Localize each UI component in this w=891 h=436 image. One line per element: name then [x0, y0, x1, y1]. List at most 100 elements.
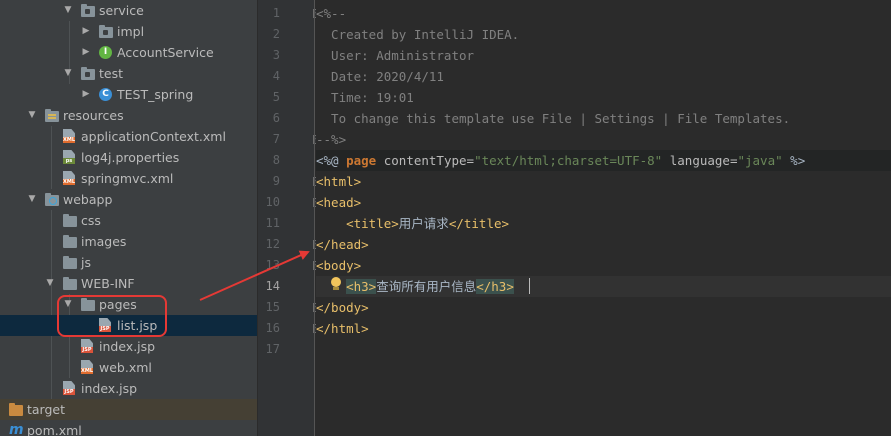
- interface-icon: I: [99, 46, 112, 59]
- tree-item-label: TEST_spring: [117, 87, 194, 102]
- folder-icon: [63, 214, 77, 227]
- tree-item-label: impl: [117, 24, 145, 39]
- code-line-16[interactable]: </html>: [316, 318, 891, 339]
- tree-item-label: images: [81, 234, 127, 249]
- code-line-9[interactable]: <html>: [316, 171, 891, 192]
- tree-item-account-service[interactable]: ▶ I AccountService: [0, 42, 257, 63]
- project-tree-panel: ▼ service ▶ impl ▶ I AccountService ▼ te…: [0, 0, 257, 436]
- tree-item-service[interactable]: ▼ service: [0, 0, 257, 21]
- folder-icon: [63, 277, 77, 290]
- line-number: 12: [265, 237, 280, 251]
- tree-item-label: index.jsp: [81, 381, 138, 396]
- line-number: 10: [265, 195, 280, 209]
- code-line-13[interactable]: <body>: [316, 255, 891, 276]
- annotation-highlight-box: [57, 295, 167, 337]
- line-number: 6: [272, 111, 280, 125]
- tree-item-index-jsp[interactable]: JSP index.jsp: [0, 378, 257, 399]
- collapse-arrow-icon[interactable]: ▶: [81, 42, 91, 63]
- code-line-8[interactable]: <%@ page contentType="text/html;charset=…: [316, 150, 891, 171]
- tree-item-test-spring[interactable]: ▶ C TEST_spring: [0, 84, 257, 105]
- tree-item-webapp[interactable]: ▼ webapp: [0, 189, 257, 210]
- tree-item-test[interactable]: ▼ test: [0, 63, 257, 84]
- tree-item-label: target: [27, 402, 66, 417]
- tree-item-js[interactable]: js: [0, 252, 257, 273]
- tree-item-css[interactable]: css: [0, 210, 257, 231]
- tree-item-label: web.xml: [99, 360, 152, 375]
- xml-file-icon: XML: [63, 129, 75, 143]
- tree-item-label: springmvc.xml: [81, 171, 174, 186]
- package-folder-icon: [99, 25, 113, 38]
- code-editor[interactable]: <%-- Created by IntelliJ IDEA. User: Adm…: [316, 0, 891, 436]
- line-number: 4: [272, 69, 280, 83]
- text-caret: [529, 278, 530, 294]
- class-icon: C: [99, 88, 112, 101]
- code-line-11[interactable]: <title>用户请求</title>: [316, 213, 891, 234]
- code-line-17[interactable]: [316, 339, 891, 360]
- line-number: 16: [265, 321, 280, 335]
- folder-icon: [63, 256, 77, 269]
- expand-arrow-icon[interactable]: ▼: [63, 63, 73, 84]
- tree-item-label: pom.xml: [27, 423, 82, 436]
- expand-arrow-icon[interactable]: ▼: [45, 273, 55, 294]
- web-folder-icon: [45, 193, 59, 206]
- folder-icon: [63, 235, 77, 248]
- maven-icon: m: [9, 422, 24, 436]
- package-folder-icon: [81, 4, 95, 17]
- tree-item-resources[interactable]: ▼ resources: [0, 105, 257, 126]
- line-number: 13: [265, 258, 280, 272]
- jsp-file-icon: JSP: [63, 381, 75, 395]
- line-number: 15: [265, 300, 280, 314]
- code-line-5[interactable]: Time: 19:01: [316, 87, 891, 108]
- line-number: 9: [272, 174, 280, 188]
- code-line-2[interactable]: Created by IntelliJ IDEA.: [316, 24, 891, 45]
- resources-folder-icon: [45, 109, 59, 122]
- tree-item-web-xml[interactable]: XML web.xml: [0, 357, 257, 378]
- excluded-folder-icon: [9, 403, 23, 416]
- tree-item-application-context[interactable]: XML applicationContext.xml: [0, 126, 257, 147]
- code-line-6[interactable]: To change this template use File | Setti…: [316, 108, 891, 129]
- line-number: 11: [265, 216, 280, 230]
- tree-item-web-inf[interactable]: ▼ WEB-INF: [0, 273, 257, 294]
- line-number: 5: [272, 90, 280, 104]
- tree-item-target[interactable]: target: [0, 399, 257, 420]
- expand-arrow-icon[interactable]: ▼: [63, 0, 73, 21]
- code-line-10[interactable]: <head>: [316, 192, 891, 213]
- package-folder-icon: [81, 67, 95, 80]
- tree-item-impl[interactable]: ▶ impl: [0, 21, 257, 42]
- line-number: 8: [272, 153, 280, 167]
- tree-item-label: log4j.properties: [81, 150, 180, 165]
- code-line-15[interactable]: </body>: [316, 297, 891, 318]
- tree-item-label: WEB-INF: [81, 276, 135, 291]
- code-line-4[interactable]: Date: 2020/4/11: [316, 66, 891, 87]
- expand-arrow-icon[interactable]: ▼: [27, 189, 37, 210]
- editor-gutter: 1 2 3 4 5 6 7 8 9 10 11 12 13 14 15 16 1…: [257, 0, 322, 436]
- tree-item-images[interactable]: images: [0, 231, 257, 252]
- tree-item-pom[interactable]: m pom.xml: [0, 420, 257, 436]
- jsp-file-icon: JSP: [81, 339, 93, 353]
- properties-file-icon: ps: [63, 150, 75, 164]
- code-line-7[interactable]: --%>: [316, 129, 891, 150]
- collapse-arrow-icon[interactable]: ▶: [81, 84, 91, 105]
- line-number: 2: [272, 27, 280, 41]
- tree-item-label: AccountService: [117, 45, 214, 60]
- code-line-12[interactable]: </head>: [316, 234, 891, 255]
- code-line-3[interactable]: User: Administrator: [316, 45, 891, 66]
- lightbulb-icon[interactable]: [330, 277, 342, 292]
- tree-item-label: webapp: [63, 192, 113, 207]
- code-line-14-current[interactable]: <h3>查询所有用户信息</h3>: [316, 276, 891, 297]
- xml-file-icon: XML: [63, 171, 75, 185]
- tree-item-label: css: [81, 213, 101, 228]
- tree-item-label: js: [81, 255, 91, 270]
- gutter-separator: [314, 0, 315, 436]
- tree-item-index-jsp-inner[interactable]: JSP index.jsp: [0, 336, 257, 357]
- tree-item-log4j[interactable]: ps log4j.properties: [0, 147, 257, 168]
- tree-item-springmvc[interactable]: XML springmvc.xml: [0, 168, 257, 189]
- tree-item-label: applicationContext.xml: [81, 129, 226, 144]
- line-number: 3: [272, 48, 280, 62]
- code-line-1[interactable]: <%--: [316, 3, 891, 24]
- tree-item-label: test: [99, 66, 124, 81]
- expand-arrow-icon[interactable]: ▼: [27, 105, 37, 126]
- line-number: 17: [265, 342, 280, 356]
- line-number: 7: [272, 132, 280, 146]
- collapse-arrow-icon[interactable]: ▶: [81, 21, 91, 42]
